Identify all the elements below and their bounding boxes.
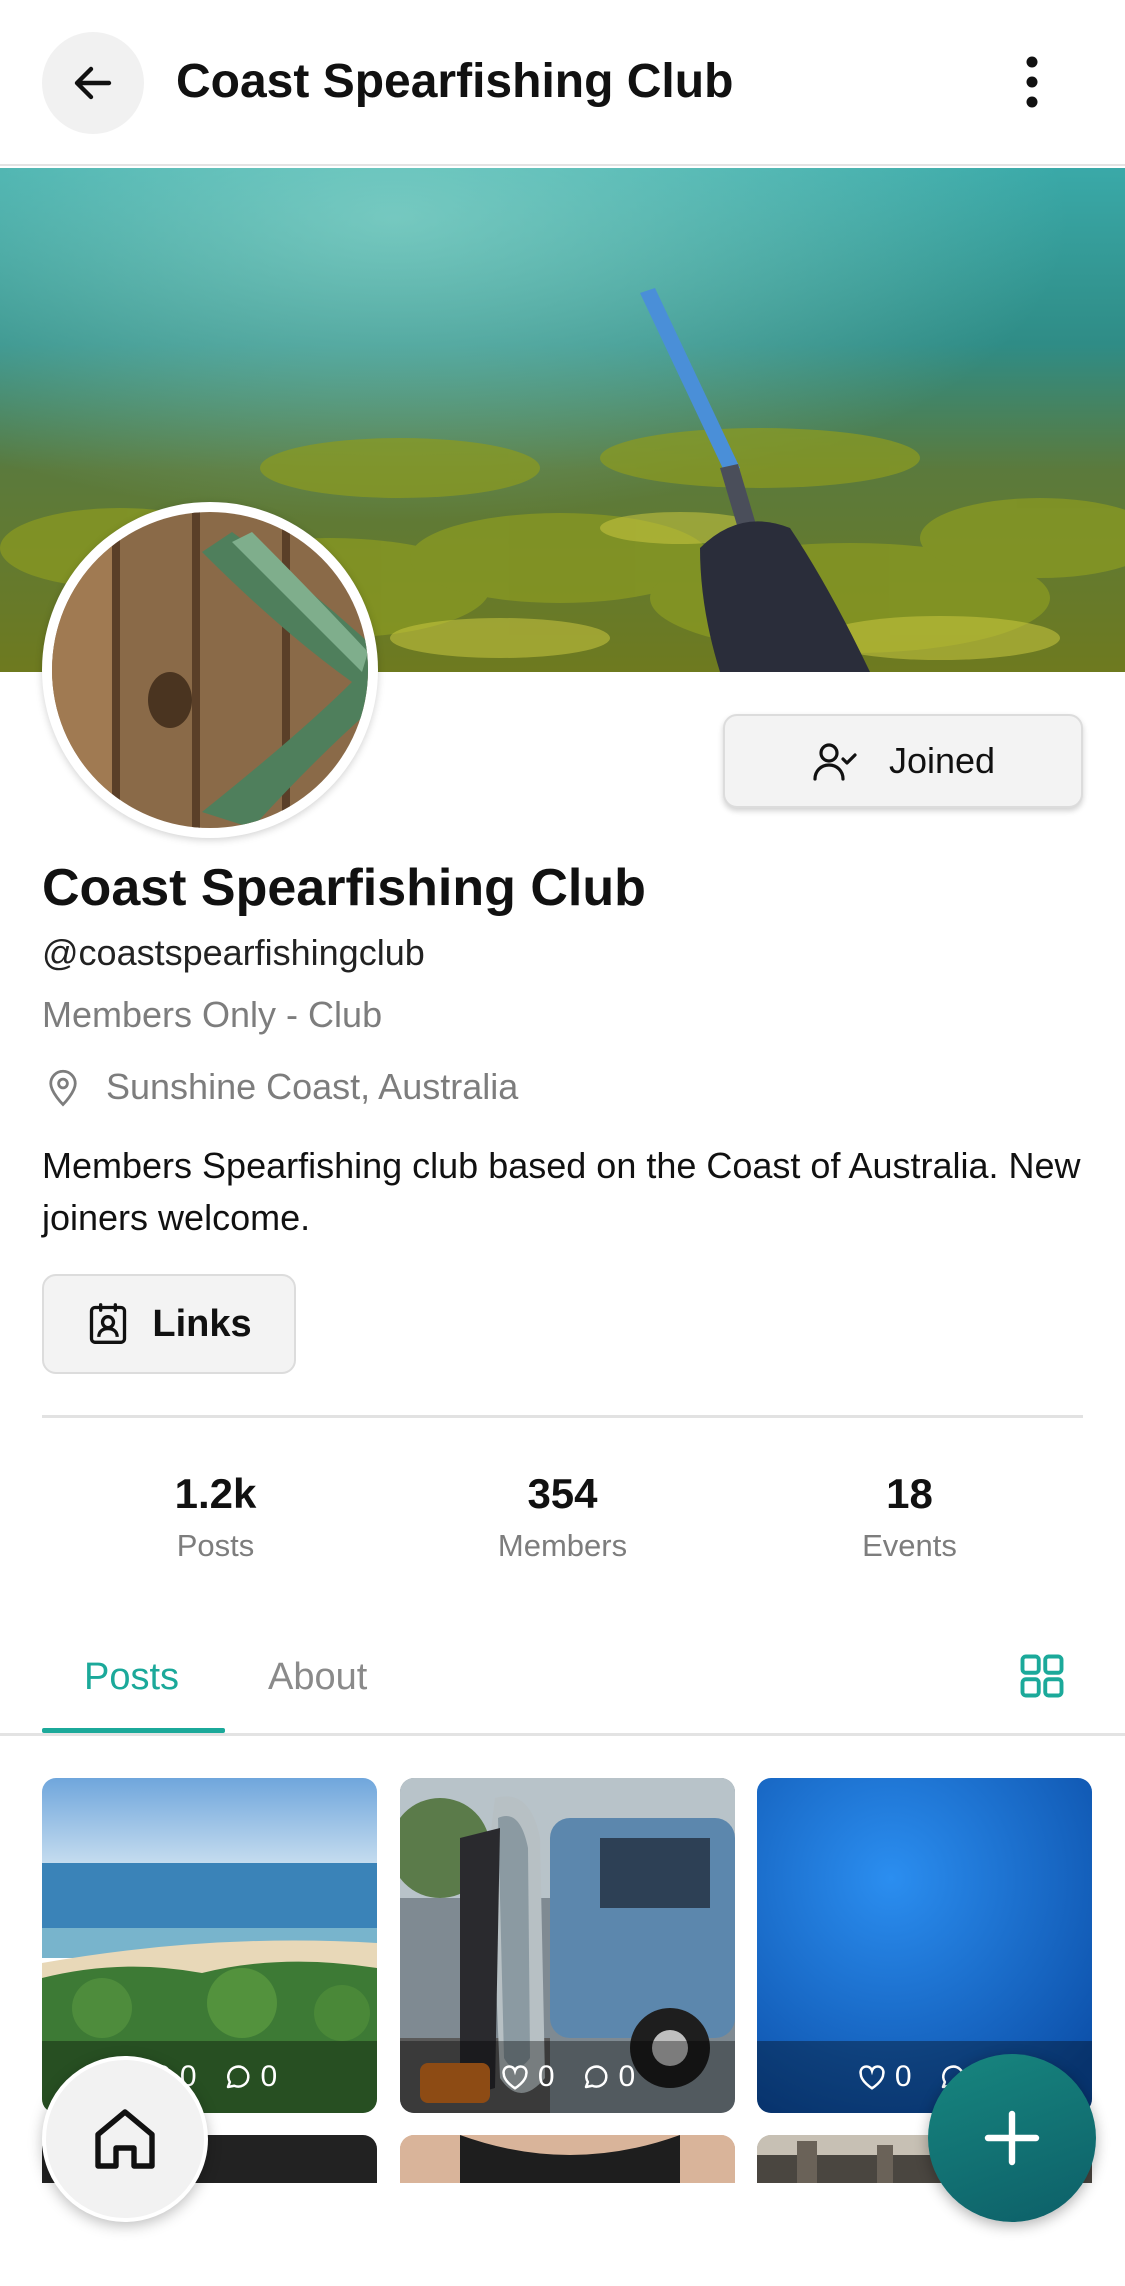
section-divider — [42, 1415, 1083, 1418]
comment-icon — [226, 2065, 250, 2089]
links-button[interactable]: Links — [42, 1274, 296, 1374]
profile-tabs: Posts About — [0, 1634, 1125, 1736]
plus-icon — [984, 2110, 1040, 2166]
club-handle: @coastspearfishingclub — [42, 932, 425, 973]
club-location: Sunshine Coast, Australia — [42, 1064, 518, 1110]
club-name: Coast Spearfishing Club — [42, 859, 646, 917]
grid-icon — [1020, 1654, 1064, 1698]
grid-view-button[interactable] — [1016, 1650, 1068, 1702]
top-app-bar: Coast Spearfishing Club — [0, 0, 1125, 166]
heart-icon — [502, 2065, 528, 2090]
home-button[interactable] — [42, 2056, 208, 2222]
stat-events[interactable]: 18 Events — [736, 1470, 1083, 1564]
stat-members[interactable]: 354 Members — [389, 1470, 736, 1564]
stat-value: 354 — [527, 1470, 598, 1517]
comments-count: 0 — [581, 2060, 636, 2094]
club-description: Members Spearfishing club based on the C… — [42, 1145, 1081, 1238]
stat-posts[interactable]: 1.2k Posts — [42, 1470, 389, 1564]
stat-label: Members — [497, 1528, 628, 1563]
likes-count: 0 — [857, 2060, 912, 2094]
active-tab-indicator — [42, 1728, 225, 1733]
stat-value: 18 — [886, 1470, 933, 1517]
contact-card-icon — [90, 1303, 127, 1344]
home-icon — [95, 2109, 155, 2169]
club-avatar[interactable] — [42, 502, 378, 838]
map-pin-icon — [49, 1069, 77, 1107]
club-type: Members Only - Club — [42, 994, 383, 1035]
post-stats-overlay: 0 0 — [400, 2041, 735, 2113]
stat-value: 1.2k — [174, 1470, 257, 1517]
page-title: Coast Spearfishing Club — [176, 55, 734, 108]
arrow-left-icon — [74, 66, 112, 100]
tab-about[interactable]: About — [268, 1656, 367, 1699]
club-stats: 1.2k Posts 354 Members 18 Events — [42, 1470, 1083, 1564]
comments-count: 0 — [223, 2060, 278, 2094]
more-vertical-icon — [1026, 56, 1038, 108]
create-post-button[interactable] — [928, 2054, 1096, 2222]
likes-count: 0 — [500, 2060, 555, 2094]
stat-label: Posts — [176, 1528, 255, 1563]
more-options-button[interactable] — [1000, 40, 1064, 124]
post-tile[interactable] — [400, 2135, 735, 2183]
post-tile[interactable]: 0 0 — [400, 1778, 735, 2113]
user-check-icon — [813, 743, 857, 781]
heart-icon — [859, 2065, 885, 2090]
location-text: Sunshine Coast, Australia — [106, 1066, 519, 1107]
tab-posts[interactable]: Posts — [84, 1656, 179, 1699]
comments-value: 0 — [618, 2060, 636, 2093]
likes-value: 0 — [537, 2060, 555, 2093]
joined-button[interactable]: Joined — [723, 714, 1083, 808]
joined-label: Joined — [888, 740, 996, 781]
stat-label: Events — [862, 1528, 957, 1563]
likes-value: 0 — [894, 2060, 912, 2093]
comment-icon — [584, 2065, 608, 2089]
links-label: Links — [152, 1302, 252, 1345]
back-button[interactable] — [42, 32, 144, 134]
comments-value: 0 — [260, 2060, 278, 2093]
